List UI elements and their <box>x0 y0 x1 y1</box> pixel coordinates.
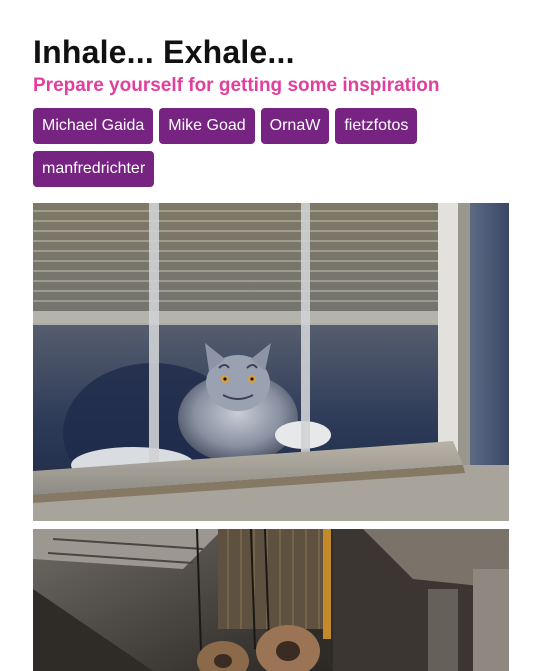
page: Inhale... Exhale... Prepare yourself for… <box>0 0 542 671</box>
tag-michael-gaida[interactable]: Michael Gaida <box>33 108 154 144</box>
cat-window-image <box>33 203 509 521</box>
page-subtitle: Prepare yourself for getting some inspir… <box>33 75 440 96</box>
tag-manfredrichter[interactable]: manfredrichter <box>33 151 155 187</box>
page-title: Inhale... Exhale... <box>33 34 295 70</box>
industrial-pulleys-image <box>33 529 509 671</box>
tag-fietzfotos[interactable]: fietzfotos <box>335 108 418 144</box>
photo-industrial-pulleys[interactable] <box>33 529 509 671</box>
photo-cat-window[interactable] <box>33 203 509 521</box>
photographer-tag-list: Michael Gaida Mike Goad OrnaW fietzfotos… <box>33 108 493 187</box>
tag-ornaw[interactable]: OrnaW <box>260 108 330 144</box>
tag-mike-goad[interactable]: Mike Goad <box>159 108 255 144</box>
